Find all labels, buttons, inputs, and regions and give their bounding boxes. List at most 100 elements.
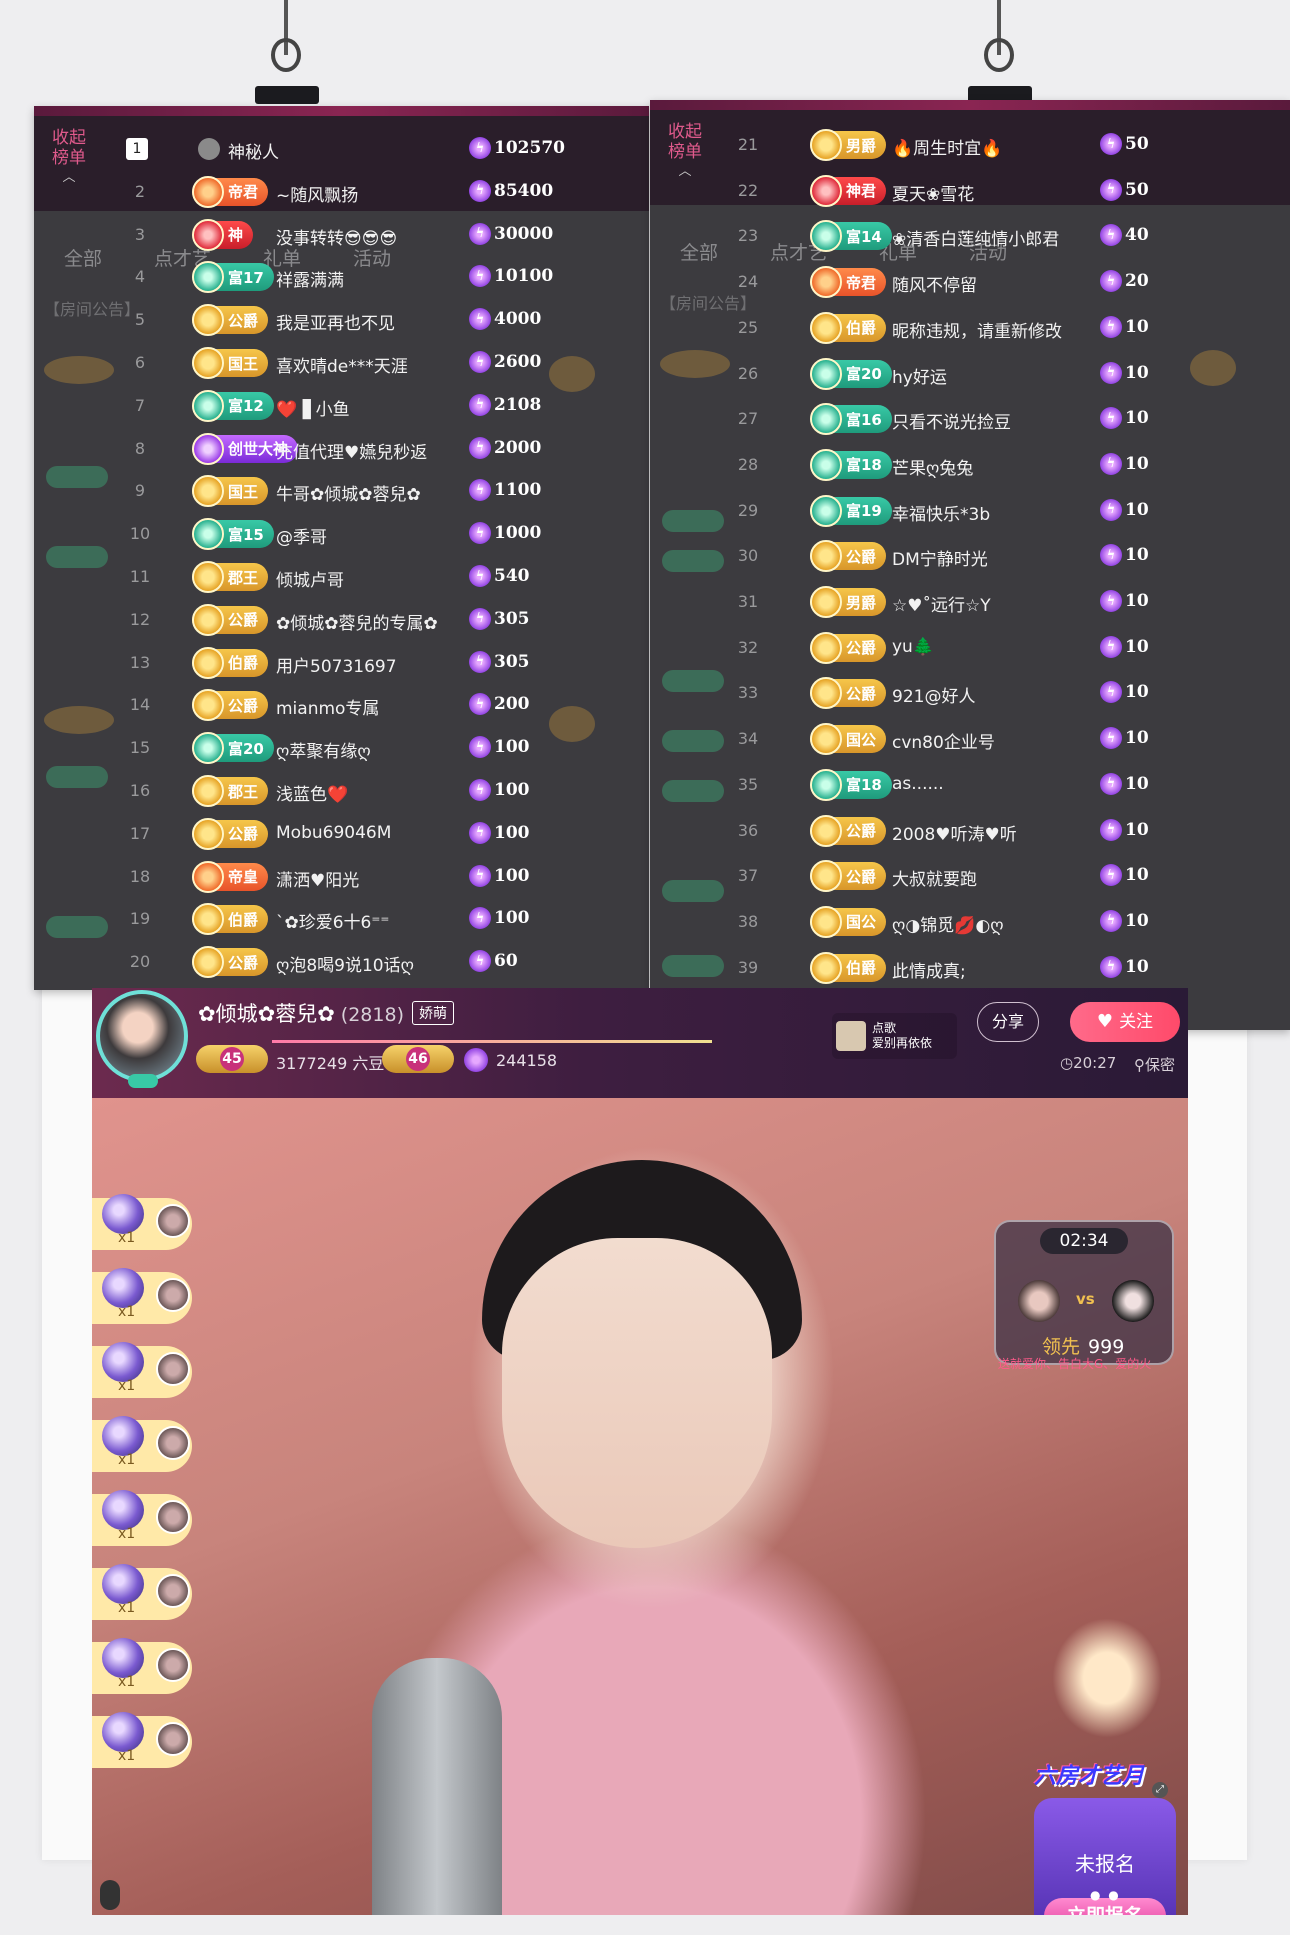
leaderboard-row[interactable]: 4 富17 祥露满满 ϟ 10100: [122, 256, 649, 298]
user-name: 倾城卢哥: [276, 571, 344, 591]
leaderboard-row[interactable]: 35 富18 as...... ϟ 10: [730, 764, 1290, 806]
leaderboard-row[interactable]: 8 创世大神 充值代理♥嬿兒秒返 ϟ 2000: [122, 428, 649, 470]
leaderboard-row[interactable]: 27 富16 只看不说光捡豆 ϟ 10: [730, 398, 1290, 440]
leaderboard-row[interactable]: 37 公爵 大叔就要跑 ϟ 10: [730, 855, 1290, 897]
gem-icon: [102, 1490, 144, 1530]
collapse-leaderboard-button[interactable]: 收起 榜单 ︿: [44, 128, 94, 188]
sender-avatar[interactable]: [156, 1352, 190, 1386]
leaderboard-row[interactable]: 34 国公 cvn80企业号 ϟ 10: [730, 718, 1290, 760]
leaderboard-row[interactable]: 20 公爵 ღ泡8喝9说10话ღ ϟ 60: [122, 941, 649, 983]
pk-battle-widget[interactable]: 02:34 vs 领先 999: [994, 1220, 1174, 1365]
sender-avatar[interactable]: [156, 1426, 190, 1460]
leaderboard-row[interactable]: 12 公爵 ✿倾城✿蓉兒的专属✿ ϟ 305: [122, 599, 649, 641]
badge-label: 国王: [228, 354, 259, 373]
sender-avatar[interactable]: [156, 1574, 190, 1608]
badge-label: 帝皇: [228, 868, 259, 887]
leaderboard-row[interactable]: 18 帝皇 潇洒♥阳光 ϟ 100: [122, 856, 649, 898]
live-video[interactable]: x1 x1 x1 x1 x1 x1 x1 x1 02:34 vs 领先 999 送就爱你、告白大…: [92, 1098, 1188, 1915]
value-text: 10: [1125, 636, 1149, 657]
rank-number: 24: [737, 272, 759, 292]
follow-button[interactable]: ♥ 关注: [1070, 1002, 1180, 1042]
leaderboard-row[interactable]: 21 男爵 🔥周生时宜🔥 ϟ 50: [730, 124, 1290, 166]
sender-avatar[interactable]: [156, 1204, 190, 1238]
collapse-label: 收起 榜单: [52, 128, 86, 168]
song-request-widget[interactable]: 点歌 爱别再依依: [832, 1013, 957, 1059]
user-name: 随风不停留: [892, 276, 977, 297]
bg-level-chip: [662, 550, 724, 572]
bolt-icon: ϟ: [469, 907, 491, 930]
sender-avatar[interactable]: [156, 1278, 190, 1312]
microphone-icon[interactable]: [100, 1880, 120, 1910]
leaderboard-row[interactable]: 26 富20 hy好运 ϟ 10: [730, 353, 1290, 395]
badge-label: 公爵: [228, 953, 259, 972]
gift-count: x1: [118, 1304, 136, 1320]
leaderboard-row[interactable]: 25 伯爵 昵称违规，请重新修改 ϟ 10: [730, 307, 1290, 349]
value-text: 2600: [494, 352, 542, 372]
host-name-line: ✿倾城✿蓉兒✿ (2818): [198, 998, 404, 1028]
leaderboard-row[interactable]: 32 公爵 yu🌲 ϟ 10: [730, 627, 1290, 669]
leaderboard-row[interactable]: 2 帝君 ~随风飘扬 ϟ 85400: [122, 171, 649, 213]
bg-level-chip: [662, 955, 724, 977]
leaderboard-row[interactable]: 15 富20 ღ萃聚有缘ღ ϟ 100: [122, 727, 649, 769]
leaderboard-row[interactable]: 30 公爵 DM宁静时光 ϟ 10: [730, 535, 1290, 577]
leaderboard-row[interactable]: 17 公爵 Mobu69046M ϟ 100: [122, 813, 649, 855]
user-name: ✿倾城✿蓉兒的专属✿: [276, 613, 438, 634]
sender-avatar[interactable]: [156, 1722, 190, 1756]
leaderboard-row[interactable]: 38 国公 ღ◑锦觅💋◐ღ ϟ 10: [730, 901, 1290, 943]
rank-number: 33: [737, 683, 759, 703]
collapse-leaderboard-button[interactable]: 收起 榜单 ︿: [660, 122, 710, 182]
value-text: 40: [1125, 225, 1149, 246]
leaderboard-row[interactable]: 9 国王 牛哥✿倾城✿蓉兒✿ ϟ 1100: [122, 470, 649, 512]
leaderboard-row[interactable]: 31 男爵 ☆♥˚远行☆Y ϟ 10: [730, 581, 1290, 623]
badge-label: 公爵: [228, 311, 259, 330]
rank-badge: 公爵: [810, 540, 887, 573]
leaderboard-row[interactable]: 7 富12 ❤️ ▋小鱼 ϟ 2108: [122, 385, 649, 427]
rank-badge: 伯爵: [810, 311, 887, 344]
leaderboard-row[interactable]: 28 富18 芒果ღ兔兔 ϟ 10: [730, 444, 1290, 486]
gift-count: x1: [118, 1526, 136, 1542]
bg-level-chip: [662, 880, 724, 902]
value-text: 10: [1125, 316, 1149, 337]
user-name: 🔥周生时宜🔥: [892, 139, 1003, 159]
leaderboard-row[interactable]: 14 公爵 mianmo专属 ϟ 200: [122, 684, 649, 726]
host-avatar[interactable]: [96, 990, 188, 1088]
rank-number: 13: [129, 652, 151, 672]
user-name: ღ泡8喝9说10话ღ: [276, 956, 414, 977]
share-button[interactable]: 分享: [977, 1002, 1039, 1042]
rank-badge: 国王: [192, 475, 269, 508]
rank-number: 30: [737, 546, 759, 566]
leaderboard-row[interactable]: 10 富15 @季哥 ϟ 1000: [122, 513, 649, 555]
leaderboard-row[interactable]: 33 公爵 921@好人 ϟ 10: [730, 672, 1290, 714]
sender-avatar[interactable]: [156, 1648, 190, 1682]
badge-label: 伯爵: [228, 910, 259, 929]
bolt-icon: ϟ: [1100, 635, 1122, 658]
leaderboard-row[interactable]: 36 公爵 2008♥听涛♥听 ϟ 10: [730, 810, 1290, 852]
badge-crest-icon: [810, 905, 842, 938]
leaderboard-row[interactable]: 22 神君 夏天❀雪花 ϟ 50: [730, 170, 1290, 212]
badge-crest-icon: [192, 347, 224, 379]
badge-crest-icon: [810, 860, 842, 893]
bolt-icon: ϟ: [1100, 315, 1122, 338]
leaderboard-row[interactable]: 13 伯爵 用户50731697 ϟ 305: [122, 642, 649, 684]
rank-number: 16: [129, 781, 151, 800]
leaderboard-row[interactable]: 11 郡王 倾城卢哥 ϟ 540: [122, 556, 649, 598]
leaderboard-row[interactable]: 5 公爵 我是亚再也不见 ϟ 4000: [122, 299, 649, 341]
sender-avatar[interactable]: [156, 1500, 190, 1534]
leaderboard-row[interactable]: 23 富14 ❀清香白莲纯情小郎君 ϟ 40: [730, 215, 1290, 257]
rank-number: 29: [737, 500, 759, 520]
leaderboard-row[interactable]: 24 帝君 随风不停留 ϟ 20: [730, 261, 1290, 303]
leaderboard-row[interactable]: 19 伯爵 `✿珍爱6十6⁼⁼ ϟ 100: [122, 898, 649, 940]
user-name: 只看不说光捡豆: [892, 413, 1011, 434]
value-text: 1100: [494, 480, 542, 501]
contribution-value: ϟ 10: [1100, 727, 1149, 750]
leaderboard-row[interactable]: 39 伯爵 此情成真; ϟ 10: [730, 947, 1290, 989]
value-text: 100: [494, 865, 530, 886]
badge-crest-icon: [192, 389, 224, 422]
leaderboard-row[interactable]: 3 神 没事转转😎😎😎 ϟ 30000: [122, 214, 649, 256]
leaderboard-row[interactable]: 6 国王 喜欢晴de***天涯 ϟ 2600: [122, 342, 649, 384]
badge-crest-icon: [810, 311, 842, 344]
leaderboard-row[interactable]: 29 富19 幸福快乐*3b ϟ 10: [730, 490, 1290, 532]
leaderboard-row[interactable]: 16 郡王 浅蓝色❤️ ϟ 100: [122, 770, 649, 812]
leaderboard-row[interactable]: 1 神秘人 ϟ 102570: [122, 128, 649, 170]
contribution-value: ϟ 540: [469, 565, 530, 587]
